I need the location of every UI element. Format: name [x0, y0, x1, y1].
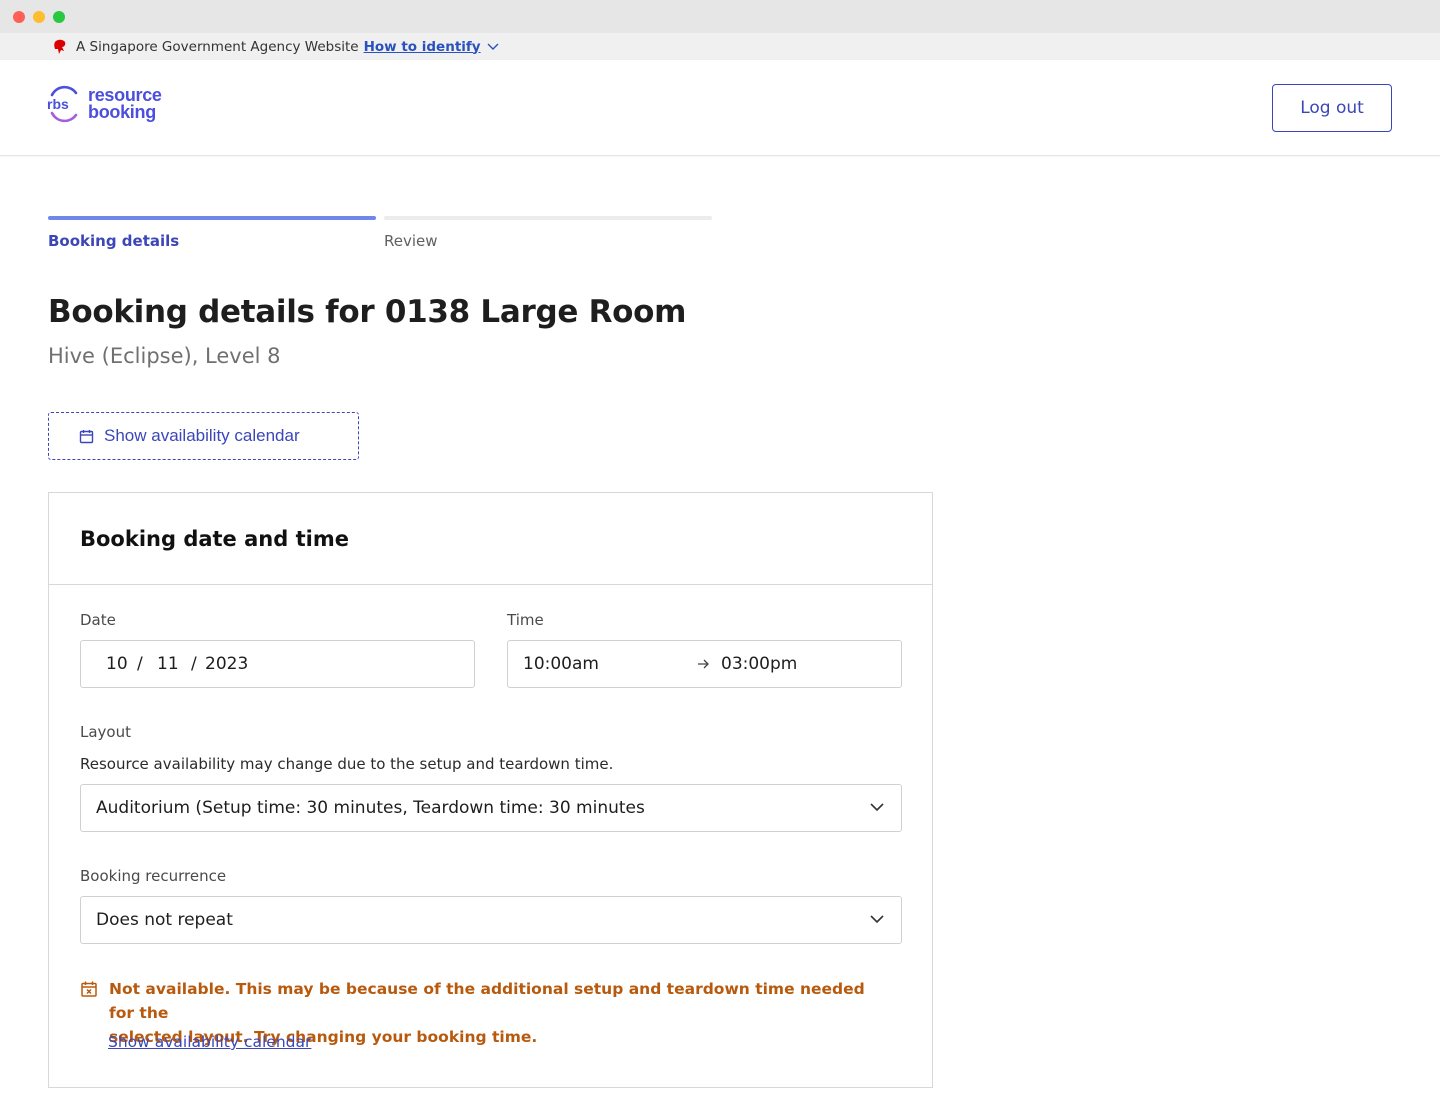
window-maximize-button[interactable]	[53, 11, 65, 23]
window-titlebar	[0, 0, 1440, 33]
chevron-down-icon[interactable]	[487, 43, 499, 51]
calendar-x-icon	[80, 980, 98, 1049]
step-progress-bar	[48, 216, 376, 220]
show-availability-calendar-link[interactable]: Show availability calendar	[108, 1033, 311, 1051]
page-title: Booking details for 0138 Large Room	[48, 294, 687, 330]
gov-masthead: A Singapore Government Agency Website Ho…	[0, 33, 1440, 60]
date-separator: /	[137, 654, 143, 674]
calendar-button-label: Show availability calendar	[104, 426, 300, 445]
layout-helper-text: Resource availability may change due to …	[80, 755, 614, 773]
window-minimize-button[interactable]	[33, 11, 45, 23]
date-separator: /	[191, 654, 197, 674]
recurrence-select-value: Does not repeat	[96, 910, 233, 930]
booking-date-time-card: Booking date and time Date 10 / 11 / 202…	[48, 492, 933, 1088]
end-time[interactable]: 03:00pm	[721, 654, 797, 674]
svg-text:rbs: rbs	[47, 96, 69, 112]
time-range-input[interactable]: 10:00am 03:00pm	[507, 640, 902, 688]
start-time[interactable]: 10:00am	[523, 654, 599, 674]
time-label: Time	[507, 611, 544, 629]
date-day[interactable]: 10	[106, 654, 128, 674]
logo-mark-icon: rbs	[47, 85, 78, 123]
step-progress-bar	[384, 216, 712, 220]
chevron-down-icon	[869, 913, 885, 925]
date-label: Date	[80, 611, 116, 629]
step-booking-details: Booking details	[48, 216, 376, 250]
step-label: Booking details	[48, 232, 180, 250]
layout-label: Layout	[80, 723, 131, 741]
page-subtitle: Hive (Eclipse), Level 8	[48, 344, 281, 368]
chevron-down-icon	[869, 801, 885, 813]
step-review: Review	[384, 216, 712, 250]
how-to-identify-link[interactable]: How to identify	[364, 39, 481, 55]
site-header: rbs resource booking Log out	[0, 60, 1440, 156]
recurrence-label: Booking recurrence	[80, 867, 227, 885]
show-availability-calendar-button[interactable]: Show availability calendar	[48, 412, 359, 460]
layout-select[interactable]: Auditorium (Setup time: 30 minutes, Tear…	[80, 784, 902, 832]
card-header: Booking date and time	[49, 493, 932, 585]
logout-button[interactable]: Log out	[1272, 84, 1392, 132]
recurrence-select[interactable]: Does not repeat	[80, 896, 902, 944]
masthead-text: A Singapore Government Agency Website	[76, 38, 359, 55]
progress-stepper: Booking details Review	[48, 216, 712, 256]
lion-head-icon	[52, 39, 68, 55]
date-month[interactable]: 11	[157, 654, 179, 674]
calendar-icon	[79, 429, 94, 444]
date-input[interactable]: 10 / 11 / 2023	[80, 640, 475, 688]
step-label: Review	[384, 232, 438, 250]
resource-booking-logo[interactable]: rbs resource booking	[46, 83, 162, 125]
window-close-button[interactable]	[13, 11, 25, 23]
arrow-right-icon	[696, 657, 710, 671]
card-title: Booking date and time	[80, 526, 349, 551]
logo-wordmark: resource booking	[88, 85, 162, 122]
layout-select-value: Auditorium (Setup time: 30 minutes, Tear…	[96, 798, 645, 818]
date-year[interactable]: 2023	[205, 654, 248, 674]
